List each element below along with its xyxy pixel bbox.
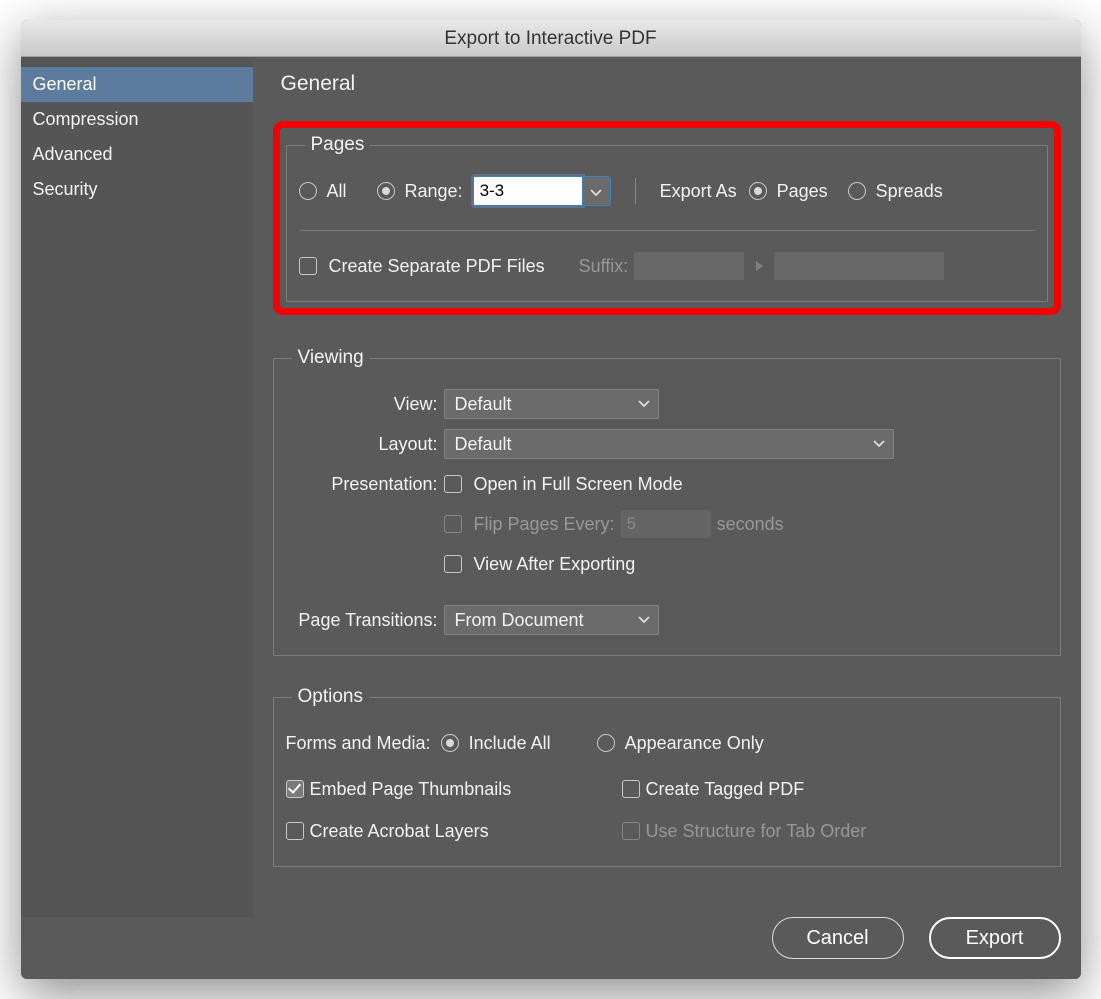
page-transitions-value: From Document bbox=[455, 610, 584, 631]
checkbox-create-tagged[interactable] bbox=[622, 780, 640, 798]
dialog-window: Export to Interactive PDF General Compre… bbox=[21, 20, 1081, 979]
export-button-label: Export bbox=[966, 927, 1024, 950]
sidebar-item-label: General bbox=[33, 74, 97, 94]
main-panel: General Pages All Range: bbox=[253, 57, 1081, 917]
checkbox-use-structure bbox=[622, 822, 640, 840]
presentation-label: Presentation: bbox=[286, 474, 438, 495]
checkbox-create-separate-label: Create Separate PDF Files bbox=[329, 256, 545, 277]
radio-pages[interactable] bbox=[749, 182, 767, 200]
radio-all-label: All bbox=[327, 181, 347, 202]
range-dropdown-button[interactable] bbox=[583, 176, 611, 206]
chevron-down-icon bbox=[590, 181, 602, 202]
sidebar-item-label: Advanced bbox=[33, 144, 113, 164]
separator bbox=[299, 230, 1035, 231]
layout-select-value: Default bbox=[455, 434, 512, 455]
checkbox-flip-pages-label: Flip Pages Every: bbox=[474, 514, 615, 535]
layout-label: Layout: bbox=[286, 434, 438, 455]
sidebar-item-advanced[interactable]: Advanced bbox=[21, 137, 253, 172]
flip-pages-unit: seconds bbox=[717, 514, 784, 535]
page-transitions-label: Page Transitions: bbox=[286, 610, 438, 631]
export-button[interactable]: Export bbox=[929, 917, 1061, 959]
radio-all[interactable] bbox=[299, 182, 317, 200]
radio-range-label: Range: bbox=[405, 181, 463, 202]
checkbox-flip-pages bbox=[444, 515, 462, 533]
checkbox-create-acrobat-layers[interactable] bbox=[286, 822, 304, 840]
checkbox-create-tagged-label: Create Tagged PDF bbox=[646, 779, 805, 800]
range-input[interactable] bbox=[473, 176, 583, 206]
sidebar-item-general[interactable]: General bbox=[21, 67, 253, 102]
dialog-footer: Cancel Export bbox=[21, 917, 1081, 979]
flip-pages-input bbox=[621, 510, 711, 538]
triangle-right-icon bbox=[754, 260, 764, 272]
suffix-input-2 bbox=[774, 252, 944, 280]
radio-include-all[interactable] bbox=[441, 734, 459, 752]
sidebar-item-security[interactable]: Security bbox=[21, 172, 253, 207]
radio-include-all-label: Include All bbox=[469, 733, 551, 754]
sidebar-item-label: Compression bbox=[33, 109, 139, 129]
options-group: Options Forms and Media: Include All App… bbox=[273, 686, 1061, 867]
view-select-value: Default bbox=[455, 394, 512, 415]
window-title: Export to Interactive PDF bbox=[444, 28, 656, 49]
checkbox-view-after-export[interactable] bbox=[444, 555, 462, 573]
checkbox-embed-thumbnails[interactable] bbox=[286, 780, 304, 798]
radio-pages-label: Pages bbox=[777, 181, 828, 202]
checkbox-create-separate[interactable] bbox=[299, 257, 317, 275]
page-transitions-select[interactable]: From Document bbox=[444, 605, 659, 635]
layout-select[interactable]: Default bbox=[444, 429, 894, 459]
checkbox-create-acrobat-layers-label: Create Acrobat Layers bbox=[310, 821, 489, 842]
radio-appearance-only-label: Appearance Only bbox=[625, 733, 764, 754]
pages-highlight-box: Pages All Range: Export bbox=[273, 121, 1061, 315]
checkbox-view-after-export-label: View After Exporting bbox=[474, 554, 636, 575]
view-select[interactable]: Default bbox=[444, 389, 659, 419]
options-legend: Options bbox=[292, 686, 369, 708]
checkbox-open-full-screen[interactable] bbox=[444, 475, 462, 493]
sidebar-item-compression[interactable]: Compression bbox=[21, 102, 253, 137]
view-label: View: bbox=[286, 394, 438, 415]
cancel-button[interactable]: Cancel bbox=[772, 917, 904, 959]
radio-spreads-label: Spreads bbox=[876, 181, 943, 202]
range-combobox[interactable] bbox=[473, 176, 611, 206]
viewing-group: Viewing View: Default Layout: Default bbox=[273, 347, 1061, 656]
viewing-legend: Viewing bbox=[292, 347, 370, 369]
forms-media-label: Forms and Media: bbox=[286, 733, 431, 754]
panel-heading: General bbox=[281, 72, 1061, 96]
sidebar: General Compression Advanced Security bbox=[21, 57, 253, 917]
export-as-label: Export As bbox=[660, 181, 737, 202]
chevron-down-icon bbox=[873, 440, 885, 448]
chevron-down-icon bbox=[638, 616, 650, 624]
checkbox-embed-thumbnails-label: Embed Page Thumbnails bbox=[310, 779, 512, 800]
suffix-label: Suffix: bbox=[579, 256, 629, 277]
titlebar: Export to Interactive PDF bbox=[21, 20, 1081, 57]
cancel-button-label: Cancel bbox=[806, 927, 868, 950]
sidebar-item-label: Security bbox=[33, 179, 98, 199]
radio-appearance-only[interactable] bbox=[597, 734, 615, 752]
checkbox-open-full-screen-label: Open in Full Screen Mode bbox=[474, 474, 683, 495]
checkbox-use-structure-label: Use Structure for Tab Order bbox=[646, 821, 867, 842]
chevron-down-icon bbox=[638, 400, 650, 408]
divider bbox=[635, 178, 636, 204]
radio-range[interactable] bbox=[377, 182, 395, 200]
pages-group: Pages All Range: Export bbox=[286, 134, 1048, 302]
suffix-input-1 bbox=[634, 252, 744, 280]
pages-legend: Pages bbox=[305, 134, 371, 156]
radio-spreads[interactable] bbox=[848, 182, 866, 200]
